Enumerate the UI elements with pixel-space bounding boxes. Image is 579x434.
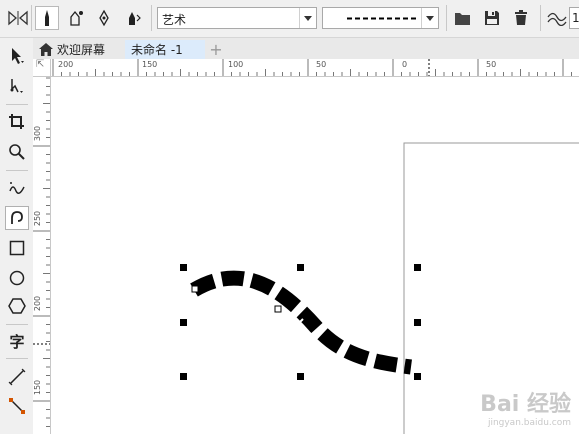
watermark-logo: Bai 经验 <box>480 392 571 417</box>
tab-document-label: 未命名 -1 <box>131 43 183 57</box>
separator <box>6 324 28 325</box>
connector-tool-icon[interactable] <box>5 394 29 418</box>
drawing-canvas[interactable]: Bai 经验 jingyan.baidu.com <box>51 77 579 434</box>
separator <box>6 104 28 105</box>
ruler-label: 150 <box>33 379 43 396</box>
selection-handle <box>297 264 304 271</box>
sprayer-icon[interactable] <box>92 6 116 30</box>
zoom-tool-icon[interactable] <box>5 140 29 164</box>
tab-welcome-label: 欢迎屏幕 <box>57 43 106 57</box>
toolbox: 字 <box>0 38 34 434</box>
selection-handle <box>414 373 421 380</box>
selection-handle <box>180 373 187 380</box>
ruler-label: 300 <box>33 125 43 142</box>
chevron-down-icon[interactable] <box>299 8 316 28</box>
selection-handle <box>414 319 421 326</box>
horizontal-ruler[interactable]: 200 150 100 50 0 50 <box>50 59 579 77</box>
selection-handle <box>297 373 304 380</box>
canvas-drawing <box>180 142 579 434</box>
selection-handle <box>180 264 187 271</box>
ruler-label: 200 <box>58 60 74 69</box>
separator <box>6 358 28 359</box>
artistic-media-tool-icon[interactable] <box>5 206 29 230</box>
rectangle-tool-icon[interactable] <box>5 236 29 260</box>
mirror-icon[interactable] <box>6 6 30 30</box>
stroke-style-combo[interactable] <box>322 7 439 29</box>
text-tool-label: 字 <box>9 332 25 351</box>
delete-icon[interactable] <box>509 6 533 30</box>
ruler-label: 100 <box>228 60 244 69</box>
shape-tool-icon[interactable] <box>5 74 29 98</box>
ruler-origin-corner[interactable]: ⇱ <box>33 59 51 77</box>
ruler-label: 0 <box>402 60 408 69</box>
separator <box>446 5 447 31</box>
polygon-tool-icon[interactable] <box>5 294 29 318</box>
preset-brush-icon[interactable] <box>35 6 59 30</box>
home-icon <box>39 43 53 56</box>
tab-untitled-document[interactable]: 未命名 -1 <box>125 40 205 59</box>
node-marker <box>191 285 199 293</box>
text-tool-icon[interactable]: 字 <box>5 329 29 353</box>
smoothing-icon[interactable] <box>545 6 569 30</box>
calligraphy-icon[interactable] <box>120 6 144 30</box>
separator <box>151 5 152 31</box>
node-marker <box>274 305 282 313</box>
watermark-url: jingyan.baidu.com <box>487 418 571 428</box>
separator <box>540 5 541 31</box>
chevron-down-icon[interactable] <box>421 8 438 28</box>
dashed-stroke-preview <box>347 17 419 20</box>
selection-handle <box>414 264 421 271</box>
open-icon[interactable] <box>451 6 475 30</box>
ruler-label: 200 <box>33 295 43 312</box>
ellipse-tool-icon[interactable] <box>5 266 29 290</box>
ruler-label: 50 <box>316 60 327 69</box>
tab-welcome-screen[interactable]: 欢迎屏幕 <box>35 40 125 59</box>
save-icon[interactable] <box>480 6 504 30</box>
brush-icon[interactable] <box>64 6 88 30</box>
center-marker <box>294 318 304 328</box>
ruler-origin-icon: ⇱ <box>36 59 45 70</box>
plus-icon: + <box>209 40 223 59</box>
document-tab-bar: 欢迎屏幕 未命名 -1 + <box>33 38 579 60</box>
smoothing-value: 1 <box>572 11 579 25</box>
ruler-label: 50 <box>486 60 497 69</box>
separator <box>6 170 28 171</box>
horizontal-ruler-ticks <box>52 59 572 76</box>
separator <box>31 5 32 31</box>
watermark: Bai 经验 jingyan.baidu.com <box>480 386 571 428</box>
vertical-ruler[interactable]: 300 250 200 150 <box>33 59 51 434</box>
artistic-dashed-stroke <box>190 270 412 375</box>
selection-handle <box>180 319 187 326</box>
ruler-label: 250 <box>33 210 43 227</box>
dimension-tool-icon[interactable] <box>5 365 29 389</box>
smoothing-field[interactable]: 1 <box>569 7 579 29</box>
vertical-ruler-ticks <box>33 60 50 427</box>
freehand-tool-icon[interactable] <box>5 176 29 200</box>
add-tab-button[interactable]: + <box>207 40 225 59</box>
crop-tool-icon[interactable] <box>5 110 29 134</box>
artistic-style-value: 艺术 <box>162 13 187 27</box>
ruler-label: 150 <box>142 60 158 69</box>
property-bar: 艺术 1 <box>0 0 579 38</box>
artistic-style-combo[interactable]: 艺术 <box>157 7 317 29</box>
pick-tool-icon[interactable] <box>5 44 29 68</box>
